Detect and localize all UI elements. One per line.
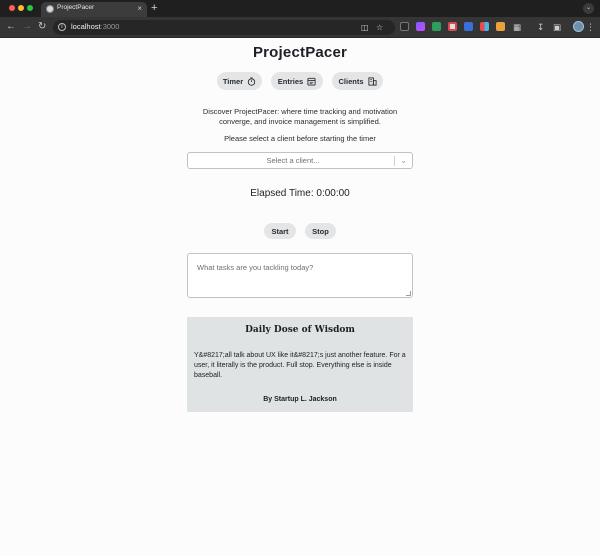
nav-timer-label: Timer: [222, 76, 244, 86]
tab-close-icon[interactable]: ×: [137, 3, 142, 15]
extension-icon[interactable]: [464, 22, 473, 31]
nav-entries-label: Entries: [277, 76, 304, 86]
cast-icon[interactable]: ◫: [361, 22, 369, 33]
tasks-textarea[interactable]: What tasks are you tackling today?: [187, 253, 413, 298]
select-client-hint: Please select a client before starting t…: [224, 134, 376, 143]
nav-timer-button[interactable]: Timer: [217, 72, 262, 90]
nav-clients-label: Clients: [338, 76, 364, 86]
quote-author: By Startup L. Jackson: [263, 396, 337, 403]
resize-handle-icon[interactable]: [406, 291, 411, 296]
stop-button[interactable]: Stop: [305, 223, 336, 239]
window-maximize-button[interactable]: [27, 5, 33, 11]
tab-title: ProjectPacer: [57, 4, 95, 11]
extension-icon[interactable]: [416, 22, 425, 31]
extension-icon[interactable]: [400, 22, 409, 31]
intro-text: Discover ProjectPacer: where time tracki…: [202, 107, 398, 126]
browser-tab-bar: ProjectPacer × + ⌄: [0, 0, 600, 17]
extension-icon[interactable]: [480, 22, 489, 31]
favicon-icon: [46, 5, 54, 13]
entries-icon: [307, 77, 316, 86]
client-select[interactable]: Select a client... ⌄: [187, 152, 413, 169]
url-text[interactable]: localhost:3000: [71, 22, 119, 31]
clients-icon: [367, 76, 377, 86]
reload-icon[interactable]: ↻: [38, 20, 46, 34]
chevron-down-icon[interactable]: ⌄: [400, 155, 407, 167]
quote-card: Daily Dose of Wisdom Y&#8217;all talk ab…: [187, 317, 413, 412]
browser-tab[interactable]: ProjectPacer ×: [41, 2, 147, 17]
profile-avatar[interactable]: [573, 21, 584, 32]
bookmark-star-icon[interactable]: ☆: [376, 22, 383, 33]
select-separator: [394, 156, 395, 166]
extension-icon[interactable]: [432, 22, 441, 31]
quote-heading: Daily Dose of Wisdom: [245, 325, 355, 335]
site-info-icon[interactable]: i: [58, 23, 66, 31]
extension-icon[interactable]: [496, 22, 505, 31]
quote-text: Y&#8217;all talk about UX like it&#8217;…: [194, 352, 406, 379]
timer-icon: [247, 76, 256, 86]
nav-entries-button[interactable]: Entries: [271, 72, 323, 90]
app-title: ProjectPacer: [252, 44, 348, 61]
download-icon[interactable]: ↧: [537, 20, 544, 34]
address-bar[interactable]: i localhost:3000 ◫ ☆: [53, 20, 395, 35]
elapsed-time: Elapsed Time: 0:00:00: [250, 188, 350, 199]
start-button[interactable]: Start: [264, 223, 296, 239]
new-tab-button[interactable]: +: [151, 0, 157, 16]
back-arrow-icon[interactable]: ←: [6, 20, 16, 34]
browser-toolbar: ← → ↻ i localhost:3000 ◫ ☆ ▦ ↧ ▣ ⋮: [0, 17, 600, 38]
browser-menu-icon[interactable]: ⋮: [586, 20, 595, 34]
extension-icon[interactable]: [448, 22, 457, 31]
window-minimize-button[interactable]: [18, 5, 24, 11]
tasks-placeholder: What tasks are you tackling today?: [197, 263, 314, 272]
forward-arrow-icon[interactable]: →: [22, 20, 32, 34]
tab-search-button[interactable]: ⌄: [583, 3, 594, 14]
side-panel-icon[interactable]: ▣: [553, 20, 561, 34]
nav-clients-button[interactable]: Clients: [332, 72, 383, 90]
window-close-button[interactable]: [9, 5, 15, 11]
extensions-puzzle-icon[interactable]: ▦: [513, 20, 521, 34]
client-select-placeholder: Select a client...: [266, 156, 320, 165]
